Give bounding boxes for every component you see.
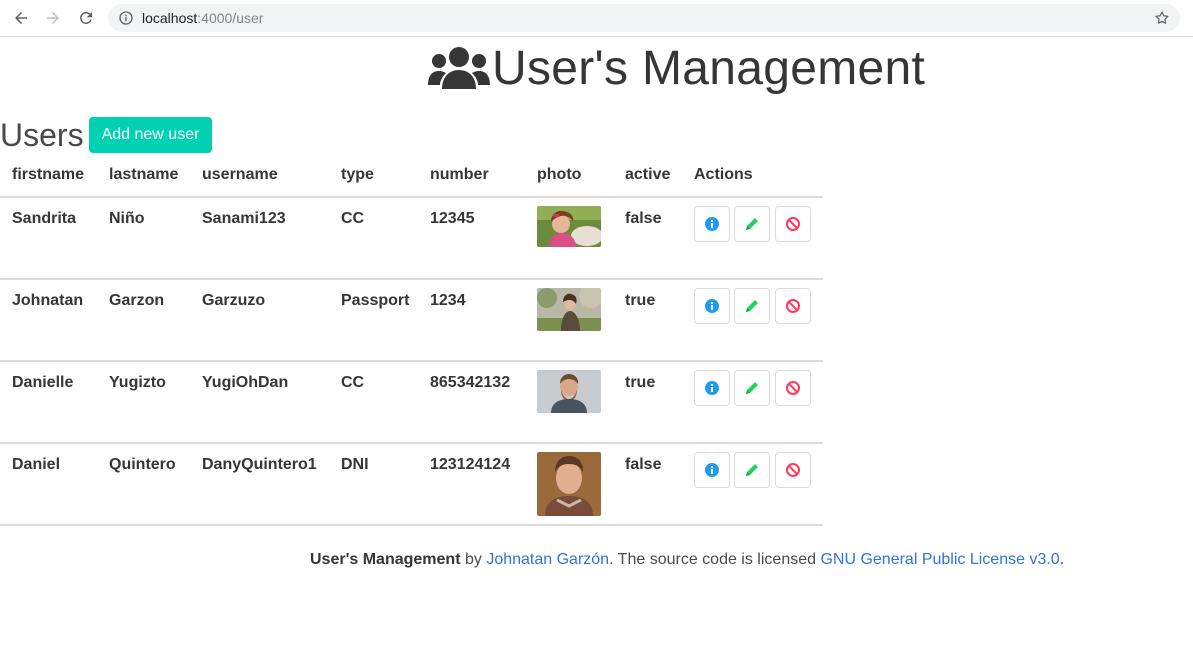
edit-button[interactable]: [734, 206, 770, 242]
forward-button[interactable]: [42, 7, 64, 29]
cell-firstname: Daniel: [12, 456, 61, 473]
user-photo: [537, 452, 601, 516]
ban-icon: [786, 217, 800, 231]
cell-type: CC: [341, 374, 365, 391]
url-text: localhost:4000/user: [142, 10, 263, 26]
cell-number: 12345: [430, 210, 475, 227]
delete-button[interactable]: [775, 370, 811, 406]
footer-end: .: [1059, 551, 1065, 568]
ban-icon: [786, 381, 800, 395]
users-icon: [428, 47, 490, 89]
pencil-icon: [746, 464, 758, 476]
cell-active: true: [625, 374, 656, 391]
user-photo: [537, 370, 601, 413]
cell-firstname: Danielle: [12, 374, 74, 391]
browser-toolbar: localhost:4000/user: [0, 0, 1193, 37]
star-icon[interactable]: [1154, 10, 1170, 26]
footer: User's Management by Johnatan Garzón. Th…: [310, 551, 1064, 569]
cell-lastname: Quintero: [109, 456, 176, 473]
page-title: User's Management: [428, 40, 925, 96]
info-button[interactable]: [694, 288, 730, 324]
cell-number: 123124124: [430, 456, 511, 473]
address-bar[interactable]: localhost:4000/user: [108, 4, 1180, 32]
pencil-icon: [746, 382, 758, 394]
pencil-icon: [746, 218, 758, 230]
cell-username: Garzuzo: [202, 292, 266, 309]
column-header: number: [430, 166, 489, 183]
info-icon: [705, 381, 719, 395]
forward-icon: [47, 12, 59, 24]
info-icon: [705, 463, 719, 477]
table-row: Daniel Quintero DanyQuintero1 DNI 123124…: [0, 444, 823, 526]
user-photo: [537, 288, 601, 331]
column-header: active: [625, 166, 671, 183]
column-header: Actions: [694, 166, 753, 183]
cell-type: Passport: [341, 292, 410, 309]
back-button[interactable]: [10, 7, 32, 29]
cell-lastname: Yugizto: [109, 374, 166, 391]
info-icon: [119, 11, 133, 25]
cell-lastname: Niño: [109, 210, 145, 227]
table-row: Johnatan Garzon Garzuzo Passport 1234 tr…: [0, 280, 823, 362]
table-row: Danielle Yugizto YugiOhDan CC 865342132 …: [0, 362, 823, 444]
url-host: localhost: [142, 10, 198, 26]
pencil-icon: [746, 300, 758, 312]
info-button[interactable]: [694, 206, 730, 242]
cell-username: YugiOhDan: [202, 374, 289, 391]
ban-icon: [786, 299, 800, 313]
users-table: firstname lastname username type number …: [0, 160, 823, 526]
delete-button[interactable]: [775, 288, 811, 324]
info-icon: [705, 217, 719, 231]
license-link[interactable]: GNU General Public License v3.0: [820, 551, 1059, 568]
cell-active: true: [625, 292, 656, 309]
section-title: Users: [0, 117, 84, 153]
table-row: Sandrita Niño Sanami123 CC 12345 false: [0, 198, 823, 280]
cell-active: false: [625, 210, 662, 227]
reload-icon: [80, 11, 92, 24]
footer-by: by: [460, 551, 487, 568]
edit-button[interactable]: [734, 370, 770, 406]
add-user-button[interactable]: Add new user: [89, 117, 212, 153]
author-link[interactable]: Johnatan Garzón: [486, 551, 609, 568]
reload-button[interactable]: [75, 7, 97, 29]
info-button[interactable]: [694, 452, 730, 488]
cell-firstname: Sandrita: [12, 210, 77, 227]
footer-text: . The source code is licensed: [609, 551, 821, 568]
delete-button[interactable]: [775, 452, 811, 488]
url-path: :4000/user: [197, 10, 264, 26]
cell-number: 865342132: [430, 374, 511, 391]
user-photo: [537, 206, 601, 247]
column-header: firstname: [12, 166, 85, 183]
column-header: photo: [537, 166, 582, 183]
cell-type: CC: [341, 210, 365, 227]
ban-icon: [786, 463, 800, 477]
edit-button[interactable]: [734, 452, 770, 488]
cell-firstname: Johnatan: [12, 292, 84, 309]
edit-button[interactable]: [734, 288, 770, 324]
back-icon: [15, 12, 27, 24]
column-header: lastname: [109, 166, 179, 183]
cell-username: DanyQuintero1: [202, 456, 317, 473]
info-icon: [705, 299, 719, 313]
footer-brand: User's Management: [310, 551, 461, 568]
column-header: username: [202, 166, 278, 183]
cell-username: Sanami123: [202, 210, 286, 227]
info-button[interactable]: [694, 370, 730, 406]
cell-lastname: Garzon: [109, 292, 165, 309]
column-header: type: [341, 166, 374, 183]
table-header: firstname lastname username type number …: [0, 160, 823, 198]
cell-type: DNI: [341, 456, 369, 473]
delete-button[interactable]: [775, 206, 811, 242]
cell-number: 1234: [430, 292, 466, 309]
cell-active: false: [625, 456, 662, 473]
page-title-text: User's Management: [492, 41, 926, 95]
